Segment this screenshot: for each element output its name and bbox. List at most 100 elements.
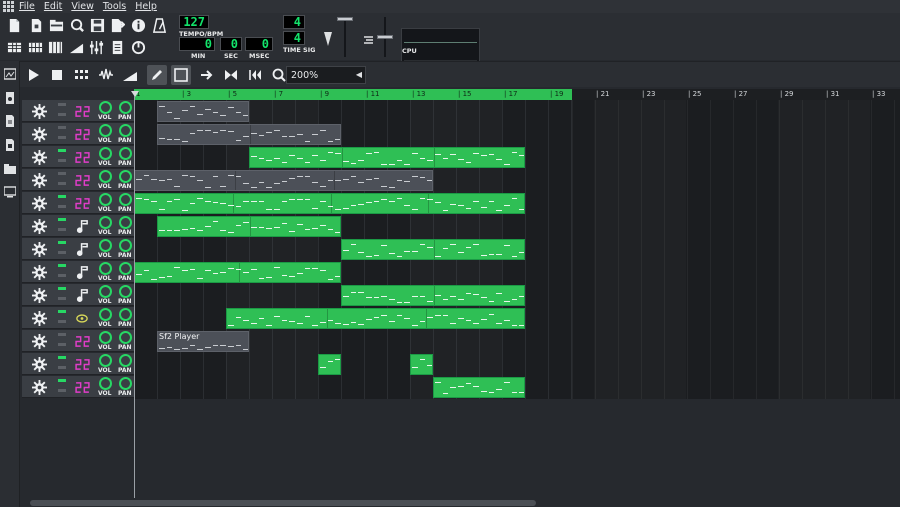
- track-vol-knob[interactable]: [99, 216, 112, 229]
- new-from-template-icon[interactable]: [27, 16, 45, 34]
- metronome-icon[interactable]: [150, 16, 168, 34]
- track-timeline[interactable]: [134, 123, 900, 146]
- menu-help[interactable]: Help: [135, 1, 157, 12]
- track-solo-led[interactable]: [58, 228, 66, 231]
- timesig-numerator-display[interactable]: 4: [283, 15, 305, 29]
- audio-file-processor-icon[interactable]: [74, 264, 90, 280]
- track-mute-led[interactable]: [58, 241, 66, 244]
- song-editor-icon[interactable]: [5, 38, 23, 56]
- track-header[interactable]: VOL PAN: [22, 169, 134, 191]
- track-solo-led[interactable]: [58, 320, 66, 323]
- stop-icon[interactable]: [47, 65, 67, 85]
- timesig-denominator-display[interactable]: 4: [283, 31, 305, 45]
- track-settings-gear-icon[interactable]: [32, 334, 47, 349]
- track-mute-led[interactable]: [58, 287, 66, 290]
- project-notes-icon[interactable]: [108, 38, 126, 56]
- track-solo-led[interactable]: [58, 251, 66, 254]
- track-settings-gear-icon[interactable]: [32, 127, 47, 142]
- track-mute-led[interactable]: [58, 264, 66, 267]
- zoom-select[interactable]: 200% ◀: [286, 66, 366, 84]
- track-solo-led[interactable]: [58, 389, 66, 392]
- track-settings-gear-icon[interactable]: [32, 242, 47, 257]
- sf2-player-icon[interactable]: [74, 195, 90, 211]
- track-header[interactable]: VOL PAN: [22, 192, 134, 214]
- track-solo-led[interactable]: [58, 136, 66, 139]
- track-timeline[interactable]: [134, 169, 900, 192]
- track-settings-gear-icon[interactable]: [32, 150, 47, 165]
- track-header[interactable]: VOL PAN: [22, 100, 134, 122]
- app-menu-icon[interactable]: [3, 1, 14, 12]
- track-timeline[interactable]: [134, 284, 900, 307]
- track-pan-knob[interactable]: [119, 170, 132, 183]
- track-header[interactable]: VOL PAN: [22, 123, 134, 145]
- track-vol-knob[interactable]: [99, 147, 112, 160]
- track-header[interactable]: VOL PAN: [22, 284, 134, 306]
- add-beat-bassline-icon[interactable]: [72, 65, 92, 85]
- audio-file-processor-icon[interactable]: [74, 287, 90, 303]
- track-solo-led[interactable]: [58, 113, 66, 116]
- track-solo-led[interactable]: [58, 159, 66, 162]
- piano-roll-icon[interactable]: [46, 38, 64, 56]
- track-pan-knob[interactable]: [119, 377, 132, 390]
- add-sample-track-icon[interactable]: [96, 65, 116, 85]
- track-vol-knob[interactable]: [99, 124, 112, 137]
- track-pan-knob[interactable]: [119, 308, 132, 321]
- menu-edit[interactable]: Edit: [44, 1, 62, 12]
- pattern-clip[interactable]: [433, 377, 525, 398]
- track-pan-knob[interactable]: [119, 216, 132, 229]
- samples-icon[interactable]: [3, 114, 17, 128]
- pattern-clip[interactable]: [318, 354, 341, 375]
- track-pan-knob[interactable]: [119, 354, 132, 367]
- muted-pattern-clip[interactable]: [157, 124, 341, 145]
- track-vol-knob[interactable]: [99, 331, 112, 344]
- track-header[interactable]: VOL PAN: [22, 261, 134, 283]
- track-settings-gear-icon[interactable]: [32, 288, 47, 303]
- track-header[interactable]: VOL PAN: [22, 330, 134, 352]
- track-timeline[interactable]: [134, 376, 900, 399]
- track-mute-led[interactable]: [58, 333, 66, 336]
- audio-file-processor-icon[interactable]: [74, 241, 90, 257]
- track-header[interactable]: VOL PAN: [22, 353, 134, 375]
- track-vol-knob[interactable]: [99, 354, 112, 367]
- track-settings-gear-icon[interactable]: [32, 357, 47, 372]
- menu-tools[interactable]: Tools: [103, 1, 126, 12]
- save-project-icon[interactable]: [88, 16, 106, 34]
- track-mute-led[interactable]: [58, 172, 66, 175]
- home-folder-icon[interactable]: [3, 162, 17, 176]
- track-timeline[interactable]: [134, 261, 900, 284]
- track-vol-knob[interactable]: [99, 101, 112, 114]
- pattern-editor-icon[interactable]: [26, 38, 44, 56]
- track-vol-knob[interactable]: [99, 377, 112, 390]
- track-vol-knob[interactable]: [99, 193, 112, 206]
- new-project-icon[interactable]: [5, 16, 23, 34]
- presets-icon[interactable]: [3, 138, 17, 152]
- sf2-player-icon[interactable]: [74, 333, 90, 349]
- track-solo-led[interactable]: [58, 274, 66, 277]
- audio-file-processor-icon[interactable]: [74, 218, 90, 234]
- auto-scroll-icon[interactable]: [197, 65, 217, 85]
- horizontal-scrollbar[interactable]: [30, 500, 536, 506]
- track-pan-knob[interactable]: [119, 331, 132, 344]
- sf2-player-icon[interactable]: [74, 126, 90, 142]
- track-timeline[interactable]: [134, 353, 900, 376]
- track-pan-knob[interactable]: [119, 124, 132, 137]
- track-mute-led[interactable]: [58, 103, 66, 106]
- track-vol-knob[interactable]: [99, 170, 112, 183]
- sf2-player-icon[interactable]: [74, 172, 90, 188]
- info-icon[interactable]: [129, 16, 147, 34]
- track-timeline[interactable]: [134, 238, 900, 261]
- track-vol-knob[interactable]: [99, 285, 112, 298]
- mixer-icon[interactable]: [87, 38, 105, 56]
- track-pan-knob[interactable]: [119, 239, 132, 252]
- sf2-player-icon[interactable]: [74, 103, 90, 119]
- automation-editor-icon[interactable]: [67, 38, 85, 56]
- track-settings-gear-icon[interactable]: [32, 380, 47, 395]
- sf2-player-icon[interactable]: [74, 379, 90, 395]
- muted-pattern-clip[interactable]: [134, 170, 433, 191]
- track-mute-led[interactable]: [58, 218, 66, 221]
- pattern-clip[interactable]: [226, 308, 525, 329]
- track-settings-gear-icon[interactable]: [32, 173, 47, 188]
- track-pan-knob[interactable]: [119, 193, 132, 206]
- instrument-plugins-icon[interactable]: [3, 67, 17, 81]
- pattern-clip[interactable]: [341, 285, 525, 306]
